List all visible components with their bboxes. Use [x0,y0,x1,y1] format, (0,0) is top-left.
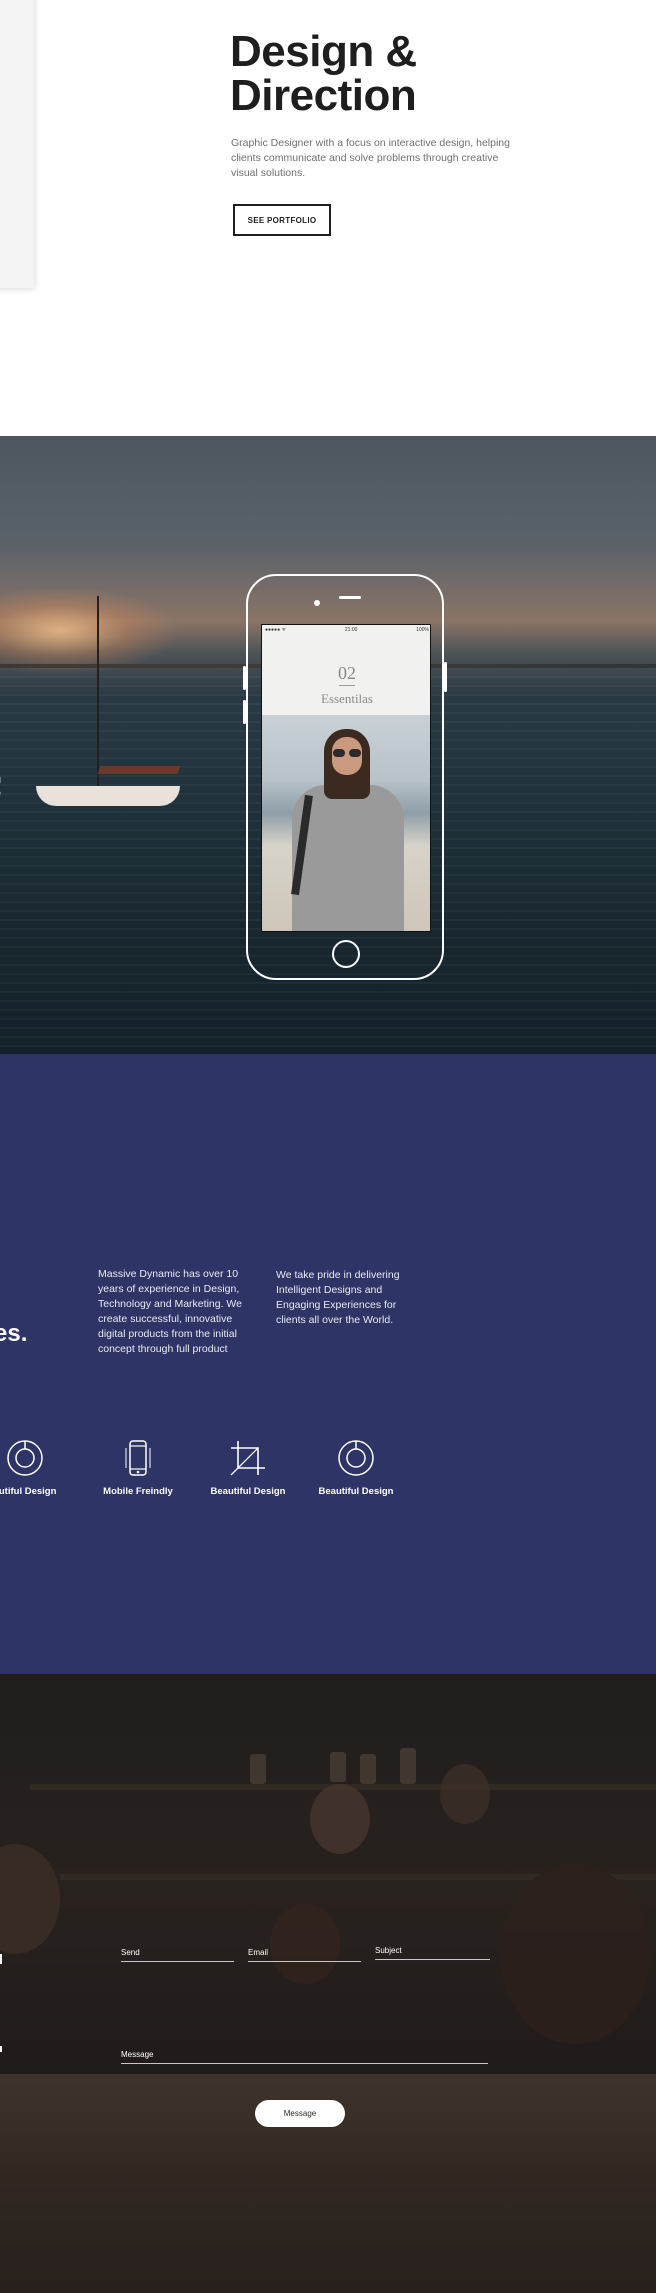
phone-power-button [444,662,447,692]
sun-glow [0,586,180,676]
screen-number: 02 [338,663,356,683]
side-marker [0,1954,2,1964]
message-field[interactable]: Message [121,2050,488,2074]
hero-title: Design & Direction [230,30,590,118]
contact-overlay [0,1674,656,2293]
feature-label: autiful Design [0,1486,57,1497]
feature-label: Beautiful Design [318,1486,394,1497]
see-portfolio-button[interactable]: SEE PORTFOLIO [233,204,331,236]
contact-section: Send Email Subject Message Message [0,1674,656,2293]
showcase-side-text-line1: g [0,774,1,784]
subject-field-label: Subject [375,1946,402,1955]
status-time: 21:00 [344,627,358,633]
smartphone-icon [125,1440,151,1476]
feature-mobile-friendly: Mobile Freindly [83,1438,193,1497]
about-section: Massive Dynamic has over 10 years of exp… [0,1054,656,1674]
phone-screen: ●●●●● ᯤ 21:00 100% 02 Essentilas [261,624,431,932]
subject-input[interactable] [375,1956,490,1970]
hero-section: Design & Direction Graphic Designer with… [0,0,656,436]
about-experience-text: Massive Dynamic has over 10 years of exp… [98,1268,242,1355]
email-input[interactable] [248,1958,361,1972]
phone-volume-up [243,666,246,690]
send-field-label: Send [121,1948,140,1957]
about-heading: es. [0,1320,28,1347]
subject-field[interactable]: Subject [375,1946,490,1970]
page: Design & Direction Graphic Designer with… [0,0,656,2293]
sunglasses-icon [333,749,361,757]
about-pride-text: We take pride in delivering Intelligent … [276,1269,400,1326]
feature-beautiful-design-2: Beautiful Design [193,1438,303,1497]
status-battery: 100% [416,627,429,633]
hero-description: Graphic Designer with a focus on interac… [231,137,510,179]
email-field[interactable]: Email [248,1948,361,1972]
feature-beautiful-design-1: autiful Design [0,1438,80,1497]
send-field[interactable]: Send [121,1948,234,1972]
screen-title: Essentilas [321,691,373,706]
ring-icon [7,1440,43,1476]
screen-portrait-photo [262,715,430,931]
feature-label: Beautiful Design [210,1486,286,1497]
phone-status-bar: ●●●●● ᯤ 21:00 100% [262,625,430,635]
email-field-label: Email [248,1948,269,1957]
hero-side-card [0,0,34,288]
hero-title-line1: Design & [230,27,417,76]
screen-divider [339,685,355,686]
phone-camera [314,600,320,606]
crop-icon [230,1441,265,1476]
phone-home-button [332,940,360,968]
boat-mast [97,596,99,796]
boat-hull [36,786,180,806]
send-message-button[interactable]: Message [255,2100,345,2127]
phone-speaker [339,596,361,599]
feature-label: Mobile Freindly [103,1486,173,1497]
showcase-side-text: g e [0,772,1,800]
phone-volume-down [243,700,246,724]
hero-title-line2: Direction [230,71,417,120]
ring-icon [338,1440,374,1476]
message-field-label: Message [121,2050,154,2059]
status-carrier: ●●●●● ᯤ [265,627,287,633]
showcase-side-text-line2: e [0,788,1,798]
feature-beautiful-design-3: Beautiful Design [301,1438,411,1497]
showcase-section: g e ●●●●● ᯤ 21:00 100% 02 Essentilas [0,436,656,1054]
boat-boom [97,766,181,774]
side-marker [0,2046,2,2052]
phone-mockup: ●●●●● ᯤ 21:00 100% 02 Essentilas [243,574,447,980]
message-input[interactable] [121,2060,488,2074]
send-input[interactable] [121,1958,234,1972]
